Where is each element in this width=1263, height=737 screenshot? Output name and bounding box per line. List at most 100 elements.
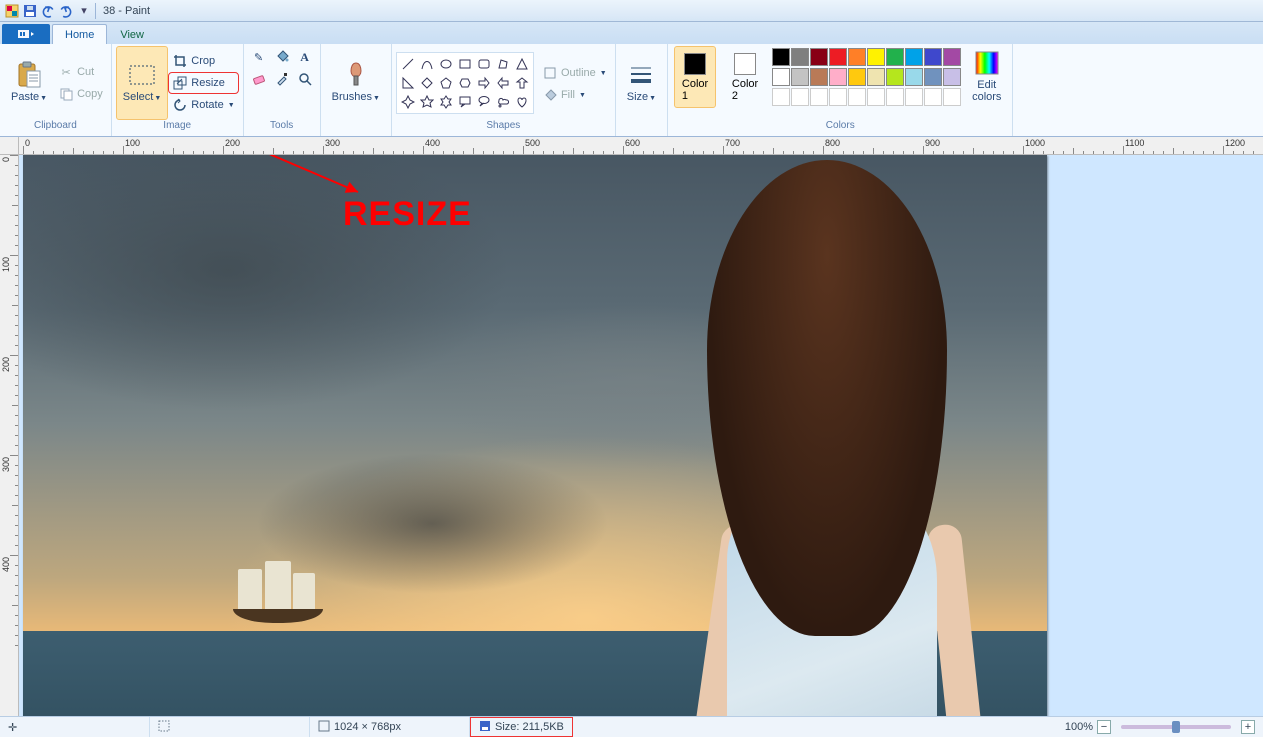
shape-right-triangle[interactable] <box>399 74 417 92</box>
save-icon[interactable] <box>22 3 38 19</box>
edit-colors-button[interactable]: Edit colors <box>965 46 1008 106</box>
size-button[interactable]: Size▼ <box>620 46 663 120</box>
brushes-button[interactable]: Brushes▼ <box>325 46 387 120</box>
color-swatch[interactable] <box>848 48 866 66</box>
color-swatch[interactable] <box>886 88 904 106</box>
color-swatch[interactable] <box>886 48 904 66</box>
color-swatch[interactable] <box>772 68 790 86</box>
color-swatch[interactable] <box>772 88 790 106</box>
shape-arrow-right[interactable] <box>475 74 493 92</box>
color-swatch[interactable] <box>848 88 866 106</box>
shape-pentagon[interactable] <box>437 74 455 92</box>
shape-callout-cloud[interactable] <box>494 93 512 111</box>
color-swatch[interactable] <box>848 68 866 86</box>
color-swatch[interactable] <box>867 68 885 86</box>
undo-icon[interactable] <box>40 3 56 19</box>
shapes-gallery[interactable] <box>396 52 534 114</box>
shape-fill-button[interactable]: Fill▼ <box>538 84 611 106</box>
shape-callout-rect[interactable] <box>456 93 474 111</box>
shape-polygon[interactable] <box>494 55 512 73</box>
zoom-thumb[interactable] <box>1172 721 1180 733</box>
crop-button[interactable]: Crop <box>168 50 238 72</box>
tools-group-label: Tools <box>248 120 316 136</box>
color-swatch[interactable] <box>791 88 809 106</box>
shape-rect[interactable] <box>456 55 474 73</box>
fill-tool[interactable] <box>271 46 293 68</box>
cut-button[interactable]: ✂Cut <box>54 61 107 83</box>
fill-label: Fill <box>561 89 575 101</box>
eraser-tool[interactable] <box>248 69 270 91</box>
color-swatch[interactable] <box>905 68 923 86</box>
edit-colors-icon <box>973 49 1001 77</box>
zoom-out-button[interactable]: − <box>1097 720 1111 734</box>
view-tab[interactable]: View <box>107 24 157 44</box>
shape-arrow-left[interactable] <box>494 74 512 92</box>
shape-heart[interactable] <box>513 93 531 111</box>
select-label: Select <box>123 91 154 103</box>
shape-diamond[interactable] <box>418 74 436 92</box>
shape-star4[interactable] <box>399 93 417 111</box>
color-swatch[interactable] <box>791 48 809 66</box>
magnifier-tool[interactable] <box>294 69 316 91</box>
color-swatch[interactable] <box>772 48 790 66</box>
color-swatch[interactable] <box>924 88 942 106</box>
canvas[interactable]: RESIZE <box>23 155 1047 716</box>
color-swatch[interactable] <box>829 88 847 106</box>
paste-button[interactable]: Paste▼ <box>4 46 54 120</box>
canvas-area[interactable]: RESIZE <box>19 155 1263 716</box>
color-swatch[interactable] <box>829 68 847 86</box>
color-swatch[interactable] <box>943 68 961 86</box>
color-swatch[interactable] <box>924 48 942 66</box>
status-selection <box>150 717 310 737</box>
status-cursor: ✛ <box>0 717 150 737</box>
zoom-in-button[interactable]: + <box>1241 720 1255 734</box>
color-swatch[interactable] <box>905 48 923 66</box>
rotate-button[interactable]: Rotate▼ <box>168 94 238 116</box>
color-swatch[interactable] <box>810 68 828 86</box>
home-tab[interactable]: Home <box>52 24 107 44</box>
resize-button[interactable]: Resize <box>168 72 238 94</box>
picker-icon <box>275 72 289 89</box>
color-swatch[interactable] <box>867 88 885 106</box>
shape-outline-button[interactable]: Outline▼ <box>538 62 611 84</box>
shape-triangle[interactable] <box>513 55 531 73</box>
zoom-slider[interactable] <box>1121 725 1231 729</box>
color-swatch[interactable] <box>886 68 904 86</box>
shape-callout-oval[interactable] <box>475 93 493 111</box>
color2-swatch <box>734 53 756 75</box>
shape-roundrect[interactable] <box>475 55 493 73</box>
color-swatch[interactable] <box>829 48 847 66</box>
color-swatch[interactable] <box>943 88 961 106</box>
select-button[interactable]: Select▼ <box>116 46 169 120</box>
status-dimensions: 1024 × 768px <box>310 717 470 737</box>
shape-star5[interactable] <box>418 93 436 111</box>
color-swatch[interactable] <box>943 48 961 66</box>
dimensions-value: 1024 × 768px <box>334 721 401 733</box>
color-swatch[interactable] <box>924 68 942 86</box>
color-swatch[interactable] <box>791 68 809 86</box>
tab-row: Home View <box>0 22 1263 44</box>
color-swatch[interactable] <box>905 88 923 106</box>
redo-icon[interactable] <box>58 3 74 19</box>
color2-button[interactable]: Color 2 <box>724 46 766 108</box>
title-bar: ▾ 38 - Paint <box>0 0 1263 22</box>
shape-hexagon[interactable] <box>456 74 474 92</box>
shape-oval[interactable] <box>437 55 455 73</box>
cut-label: Cut <box>77 66 94 78</box>
shape-arrow-up[interactable] <box>513 74 531 92</box>
zoom-value: 100% <box>1065 721 1093 733</box>
shape-star6[interactable] <box>437 93 455 111</box>
qat-dropdown-icon[interactable]: ▾ <box>76 3 92 19</box>
color1-button[interactable]: Color 1 <box>674 46 716 108</box>
color-swatch[interactable] <box>810 88 828 106</box>
picker-tool[interactable] <box>271 69 293 91</box>
image-group-label: Image <box>116 120 239 136</box>
copy-button[interactable]: Copy <box>54 83 107 105</box>
shape-line[interactable] <box>399 55 417 73</box>
file-tab[interactable] <box>2 24 50 44</box>
pencil-tool[interactable]: ✎ <box>248 46 270 68</box>
shape-curve[interactable] <box>418 55 436 73</box>
color-swatch[interactable] <box>867 48 885 66</box>
text-tool[interactable]: A <box>294 46 316 68</box>
color-swatch[interactable] <box>810 48 828 66</box>
